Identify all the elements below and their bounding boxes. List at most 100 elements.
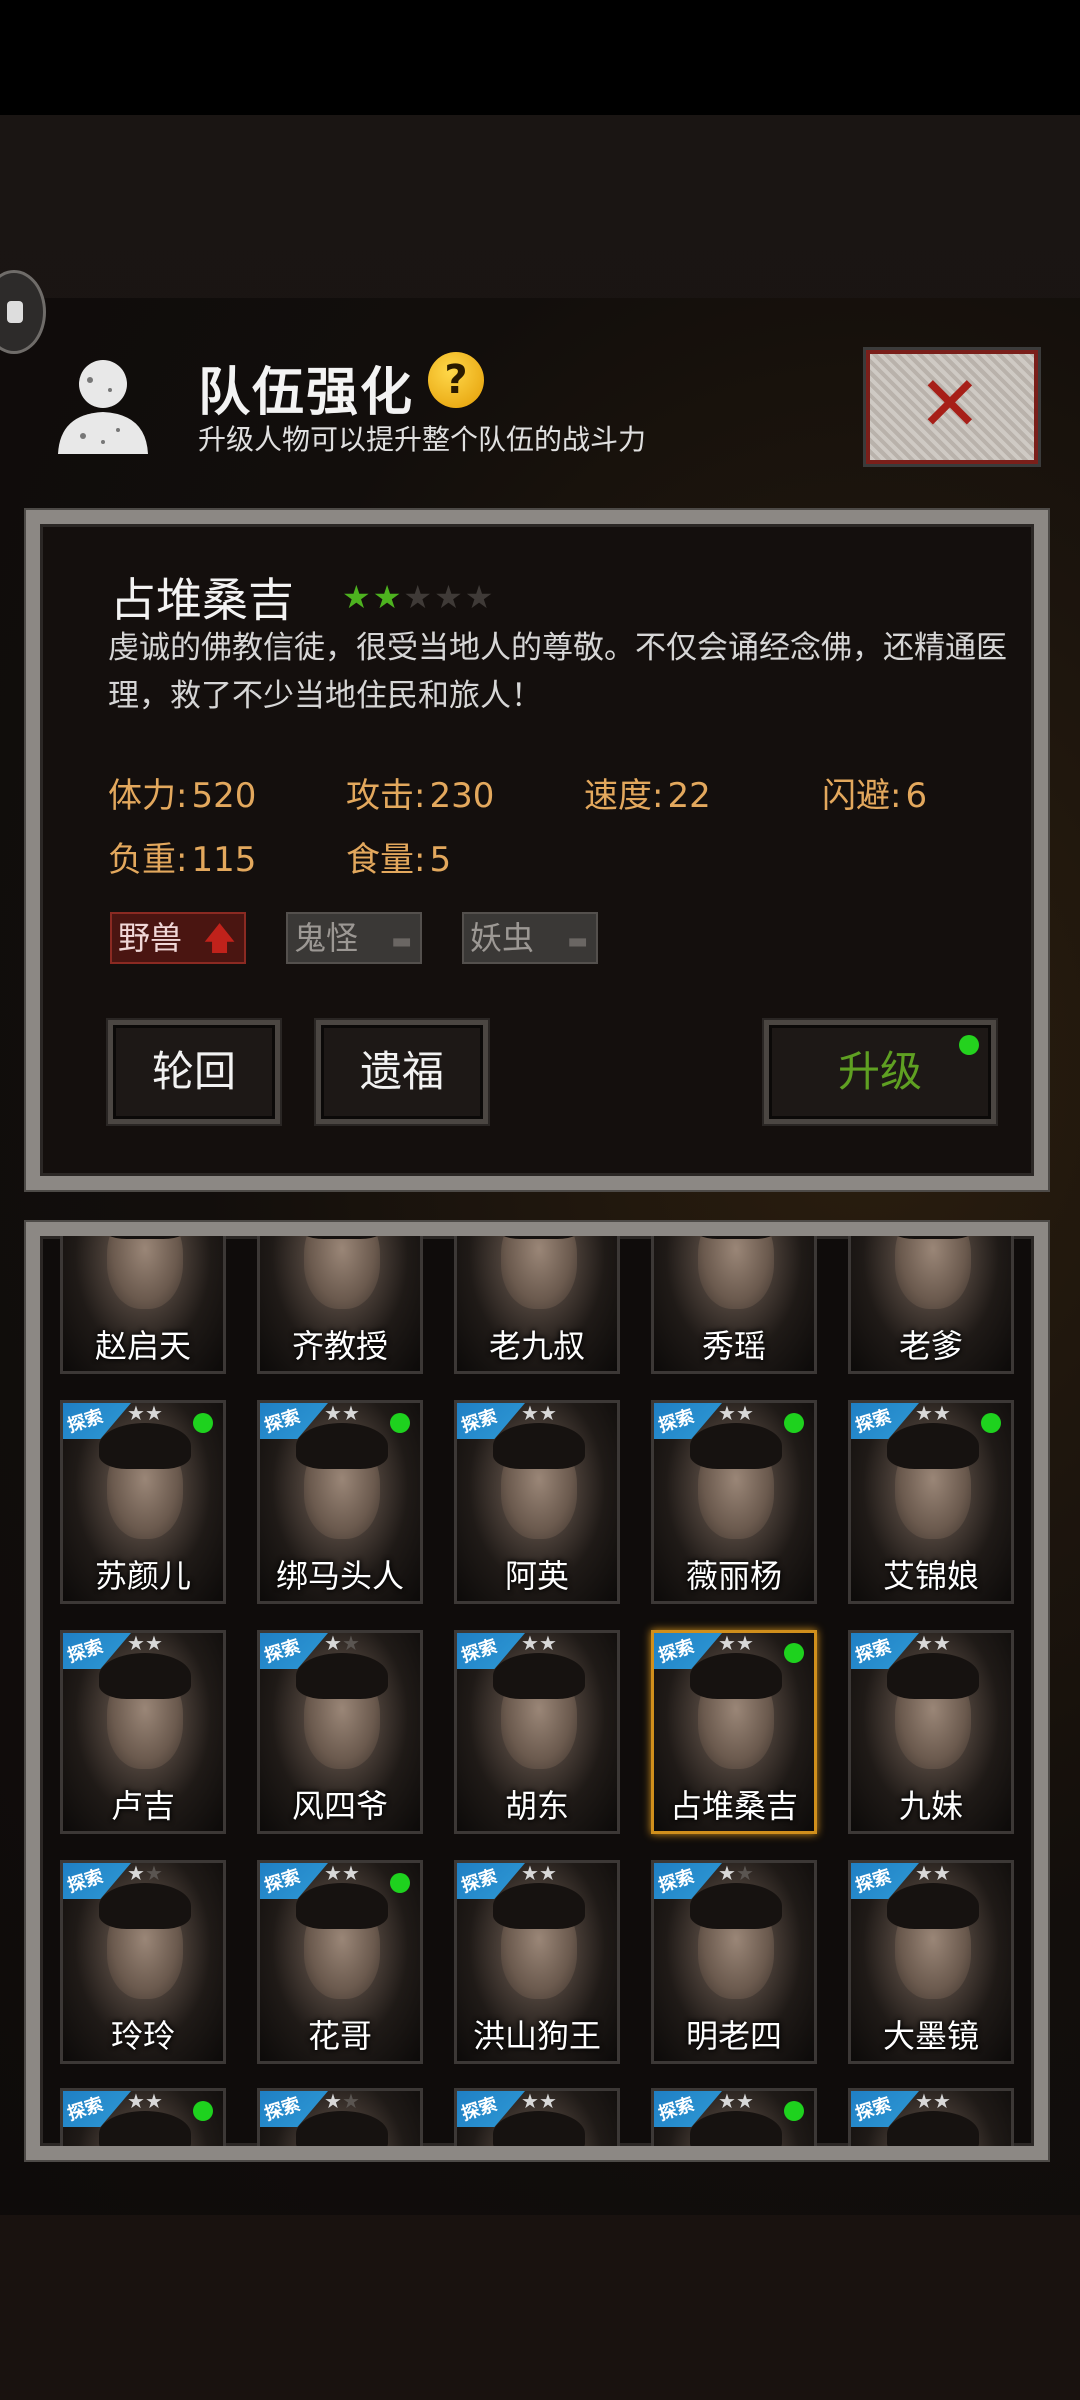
card-star-rating: ★★: [718, 1861, 754, 1885]
character-card-name: 明老四: [685, 2017, 782, 2055]
star-empty-icon: ★: [434, 578, 463, 616]
help-icon[interactable]: ?: [428, 352, 484, 408]
portrait-hair: [690, 2111, 782, 2146]
portrait-hair: [99, 1423, 191, 1469]
star-filled-icon: ★: [538, 1861, 557, 1885]
star-filled-icon: ★: [372, 578, 402, 616]
tag-insect[interactable]: 妖虫 ▬: [462, 912, 598, 964]
star-filled-icon: ★: [718, 1401, 736, 1425]
notification-dot: [981, 1413, 1001, 1433]
card-star-rating: ★★: [521, 2089, 557, 2113]
character-card[interactable]: 秀瑶: [651, 1236, 817, 1374]
dash-icon: ▬: [567, 929, 588, 954]
character-card[interactable]: 探索 ★★ 胡东: [454, 1630, 620, 1834]
character-card-name: 胡东: [504, 1787, 569, 1825]
character-card[interactable]: 探索 ★★ 九妹: [848, 1630, 1014, 1834]
character-card[interactable]: 探索 ★★ 玲玲: [60, 1860, 226, 2064]
close-button[interactable]: ✕: [866, 350, 1038, 464]
notification-dot: [193, 1413, 213, 1433]
star-filled-icon: ★: [735, 1401, 754, 1425]
star-filled-icon: ★: [324, 1401, 342, 1425]
character-card[interactable]: 老爹: [848, 1236, 1014, 1374]
explore-badge-label: 探索: [656, 1405, 697, 1437]
character-card[interactable]: 齐教授: [257, 1236, 423, 1374]
explore-badge-label: 探索: [853, 2093, 894, 2125]
character-card-name: 玲玲: [110, 2017, 175, 2055]
character-card[interactable]: 老九叔: [454, 1236, 620, 1374]
card-star-rating: ★★: [324, 1633, 360, 1655]
character-card-name: 九妹: [898, 1787, 963, 1825]
explore-badge-label: 探索: [262, 1635, 303, 1667]
card-star-rating: ★★: [718, 1633, 754, 1655]
character-card[interactable]: 探索 ★★: [651, 2088, 817, 2146]
character-card-name: 洪山狗王: [472, 2017, 601, 2055]
stat-attack: 攻击: 230: [346, 768, 494, 817]
star-filled-icon: ★: [915, 2089, 933, 2113]
star-empty-icon: ★: [144, 1861, 163, 1885]
tag-beast[interactable]: 野兽 🡅: [110, 912, 246, 964]
explore-badge-label: 探索: [65, 1405, 106, 1437]
card-star-rating: ★★: [521, 1633, 557, 1655]
character-roster-panel[interactable]: 赵启天 齐教授 老九叔 秀瑶 老爹 探索 ★★ 苏颜儿 探索 ★★ 绑马头人 探索 ★★ 阿英 探索 ★★ 薇丽…: [26, 1222, 1048, 2160]
character-card-name: 风四爷: [291, 1787, 388, 1825]
character-card[interactable]: 探索 ★★ 艾锦娘: [848, 1400, 1014, 1604]
explore-badge-label: 探索: [262, 2093, 303, 2125]
star-empty-icon: ★: [735, 1861, 754, 1885]
page-title: 队伍强化: [198, 363, 415, 423]
card-star-rating: ★★: [127, 1403, 163, 1425]
character-card-name: 老九叔: [488, 1327, 585, 1365]
star-filled-icon: ★: [932, 1401, 951, 1425]
character-card[interactable]: 探索 ★★ 卢吉: [60, 1630, 226, 1834]
status-bar: [0, 0, 1080, 115]
arrow-up-icon: 🡅: [203, 919, 236, 957]
star-filled-icon: ★: [538, 2089, 557, 2113]
reincarnate-button[interactable]: 轮回: [108, 1020, 280, 1124]
portrait-hair: [887, 1236, 979, 1239]
star-filled-icon: ★: [127, 1631, 145, 1655]
star-filled-icon: ★: [341, 1401, 360, 1425]
star-filled-icon: ★: [144, 1631, 163, 1655]
character-card[interactable]: 探索 ★★: [60, 2088, 226, 2146]
character-card[interactable]: 探索 ★★ 苏颜儿: [60, 1400, 226, 1604]
tag-ghost[interactable]: 鬼怪 ▬: [286, 912, 422, 964]
card-star-rating: ★★: [324, 1401, 360, 1425]
card-star-rating: ★★: [324, 2091, 360, 2113]
character-card[interactable]: 赵启天: [60, 1236, 226, 1374]
portrait-hair: [887, 1883, 979, 1929]
character-star-rating: ★★★★★: [342, 580, 495, 614]
star-filled-icon: ★: [521, 1401, 539, 1425]
tag-label: 鬼怪: [294, 919, 359, 957]
notification-dot: [390, 1873, 410, 1893]
character-card[interactable]: 探索 ★★ 薇丽杨: [651, 1400, 817, 1604]
explore-badge-label: 探索: [656, 1635, 697, 1667]
character-card[interactable]: 探索 ★★ 阿英: [454, 1400, 620, 1604]
character-card[interactable]: 探索 ★★ 洪山狗王: [454, 1860, 620, 2064]
upgrade-button[interactable]: 升级: [764, 1020, 996, 1124]
character-card-selected[interactable]: 探索 ★★ 占堆桑吉: [651, 1630, 817, 1834]
character-card[interactable]: 探索 ★★ 花哥: [257, 1860, 423, 2064]
card-star-rating: ★★: [324, 1863, 360, 1885]
card-star-rating: ★★: [915, 1633, 951, 1655]
notification-dot: [784, 1643, 804, 1663]
character-card[interactable]: 探索 ★★ 大墨镜: [848, 1860, 1014, 2064]
character-card[interactable]: 探索 ★★ 风四爷: [257, 1630, 423, 1834]
card-star-rating: ★★: [718, 2089, 754, 2113]
legacy-button[interactable]: 遗福: [316, 1020, 488, 1124]
portrait-hair: [493, 1423, 585, 1469]
navigation-bar: [0, 2215, 1080, 2400]
character-card[interactable]: 探索 ★★ 绑马头人: [257, 1400, 423, 1604]
notification-dot: [784, 1413, 804, 1433]
character-card-name: 大墨镜: [882, 2017, 979, 2055]
stat-stamina: 体力: 520: [108, 768, 256, 817]
character-card[interactable]: 探索 ★★: [257, 2088, 423, 2146]
stat-label: 负重:: [108, 840, 188, 880]
star-filled-icon: ★: [735, 2089, 754, 2113]
stat-label: 闪避:: [822, 776, 902, 816]
portrait-hair: [296, 2111, 388, 2146]
star-filled-icon: ★: [718, 1861, 736, 1885]
portrait-hair: [690, 1653, 782, 1699]
character-card[interactable]: 探索 ★★ 明老四: [651, 1860, 817, 2064]
character-card[interactable]: 探索 ★★: [848, 2088, 1014, 2146]
character-card[interactable]: 探索 ★★: [454, 2088, 620, 2146]
character-card-name: 艾锦娘: [882, 1557, 979, 1595]
